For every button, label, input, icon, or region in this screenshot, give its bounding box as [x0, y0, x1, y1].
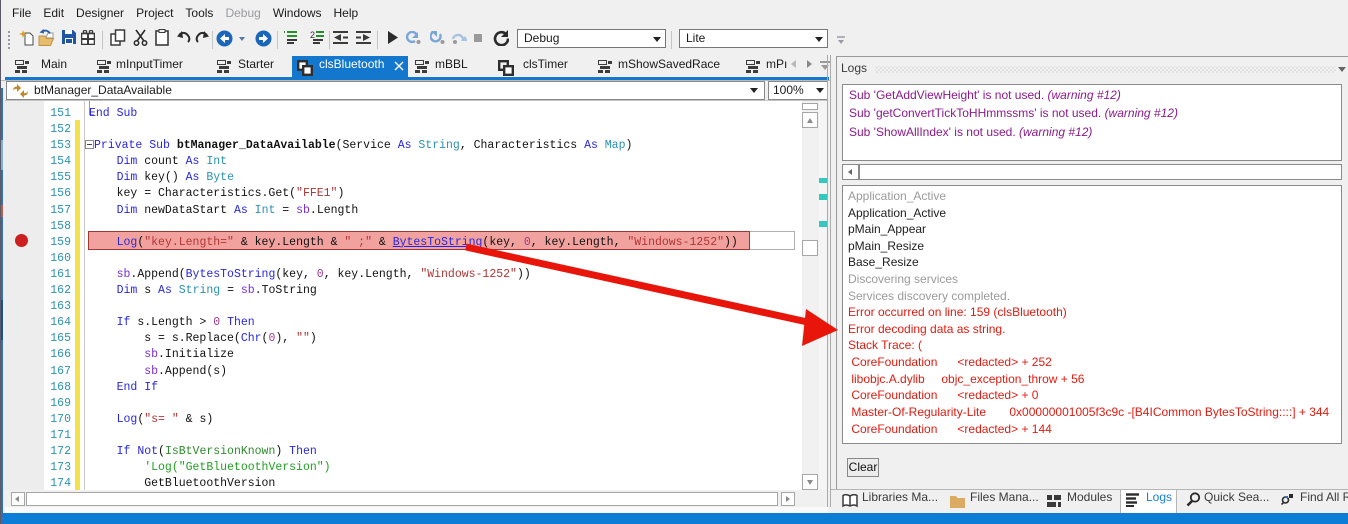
svg-text:2: 2: [310, 31, 315, 40]
